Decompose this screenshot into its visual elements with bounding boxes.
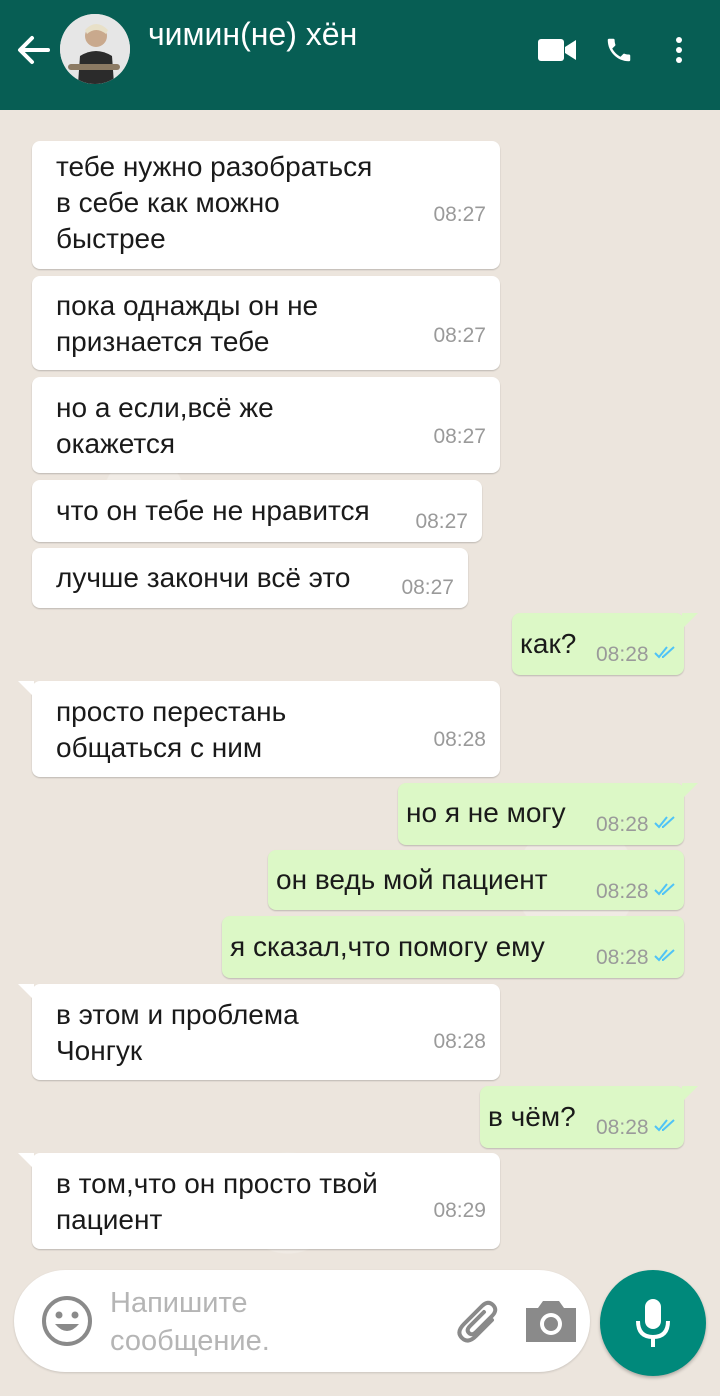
video-call-icon: [538, 39, 576, 61]
message-incoming[interactable]: в том,что он просто твой пациент 08:29: [18, 1153, 500, 1249]
message-time: 08:27: [415, 510, 468, 533]
message-time: 08:28: [596, 946, 649, 969]
message-outgoing[interactable]: как? 08:28: [512, 613, 698, 675]
message-text: просто перестань общаться с ним: [56, 696, 287, 763]
message-outgoing[interactable]: в чём? 08:28: [480, 1086, 698, 1148]
message-text: он ведь мой пациент: [276, 864, 548, 895]
message-text: как?: [520, 628, 577, 659]
read-ticks-icon: [654, 646, 675, 659]
bubble-tail: [18, 681, 34, 697]
attach-button[interactable]: [454, 1296, 504, 1346]
message-text: но а если,всё же окажется: [56, 392, 274, 459]
message-incoming[interactable]: просто перестань общаться с ним 08:28: [18, 681, 500, 777]
read-ticks-icon: [654, 1119, 675, 1132]
message-incoming[interactable]: пока однажды он не признается тебе 08:27: [32, 276, 500, 370]
message-text: в этом и проблема Чонгук: [56, 999, 299, 1066]
read-ticks-icon: [654, 883, 675, 896]
message-time: 08:27: [401, 576, 454, 599]
read-ticks-icon: [654, 949, 675, 962]
more-vert-icon: [676, 37, 682, 63]
bubble-tail: [682, 783, 698, 799]
camera-button[interactable]: [522, 1296, 580, 1346]
message-outgoing[interactable]: но я не могу 08:28: [398, 783, 698, 845]
message-outgoing[interactable]: он ведь мой пациент 08:28: [268, 850, 684, 910]
message-time: 08:28: [596, 1116, 649, 1139]
message-input-bar[interactable]: Напишите сообщение.: [14, 1270, 590, 1372]
message-incoming[interactable]: лучше закончи всё это 08:27: [32, 548, 468, 608]
back-button[interactable]: [12, 28, 56, 72]
message-text: в том,что он просто твой пациент: [56, 1168, 378, 1235]
message-incoming[interactable]: в этом и проблема Чонгук 08:28: [18, 984, 500, 1080]
message-time: 08:27: [433, 425, 486, 448]
message-text: тебе нужно разобраться в себе как можно …: [56, 151, 373, 254]
message-incoming[interactable]: тебе нужно разобраться в себе как можно …: [32, 141, 500, 269]
avatar-image: [60, 14, 130, 84]
emoji-icon: [42, 1296, 92, 1346]
message-incoming[interactable]: что он тебе не нравится 08:27: [32, 480, 482, 542]
camera-icon: [526, 1301, 576, 1342]
message-incoming[interactable]: но а если,всё же окажется 08:27: [32, 377, 500, 473]
message-time: 08:28: [596, 643, 649, 666]
message-text: в чём?: [488, 1101, 576, 1132]
message-input[interactable]: Напишите сообщение.: [110, 1284, 270, 1360]
message-time: 08:29: [433, 1199, 486, 1222]
avatar[interactable]: [60, 14, 130, 84]
voice-message-button[interactable]: [600, 1270, 706, 1376]
video-call-button[interactable]: [536, 30, 578, 70]
read-ticks-icon: [654, 816, 675, 829]
message-time: 08:28: [596, 880, 649, 903]
message-text: но я не могу: [406, 797, 566, 828]
chat-title[interactable]: чимин(не) хён: [148, 14, 357, 54]
message-text: я сказал,что помогу ему: [230, 931, 545, 962]
emoji-button[interactable]: [40, 1294, 94, 1348]
message-time: 08:28: [596, 813, 649, 836]
more-options-button[interactable]: [666, 30, 692, 70]
mic-icon: [636, 1299, 670, 1347]
bubble-tail: [18, 1153, 34, 1169]
message-outgoing[interactable]: я сказал,что помогу ему 08:28: [222, 916, 684, 978]
message-text: пока однажды он не признается тебе: [56, 290, 319, 357]
back-arrow-icon: [18, 36, 50, 64]
bubble-tail: [682, 613, 698, 629]
attach-icon: [457, 1300, 498, 1343]
message-text: лучше закончи всё это: [56, 562, 351, 593]
message-time: 08:28: [433, 728, 486, 751]
message-text: что он тебе не нравится: [56, 495, 370, 526]
chat-header: чимин(не) хён: [0, 0, 720, 110]
voice-call-button[interactable]: [602, 30, 636, 70]
message-time: 08:27: [433, 203, 486, 226]
bubble-tail: [682, 1086, 698, 1102]
bubble-tail: [18, 984, 34, 1000]
message-time: 08:28: [433, 1030, 486, 1053]
message-time: 08:27: [433, 324, 486, 347]
phone-icon: [607, 38, 631, 62]
